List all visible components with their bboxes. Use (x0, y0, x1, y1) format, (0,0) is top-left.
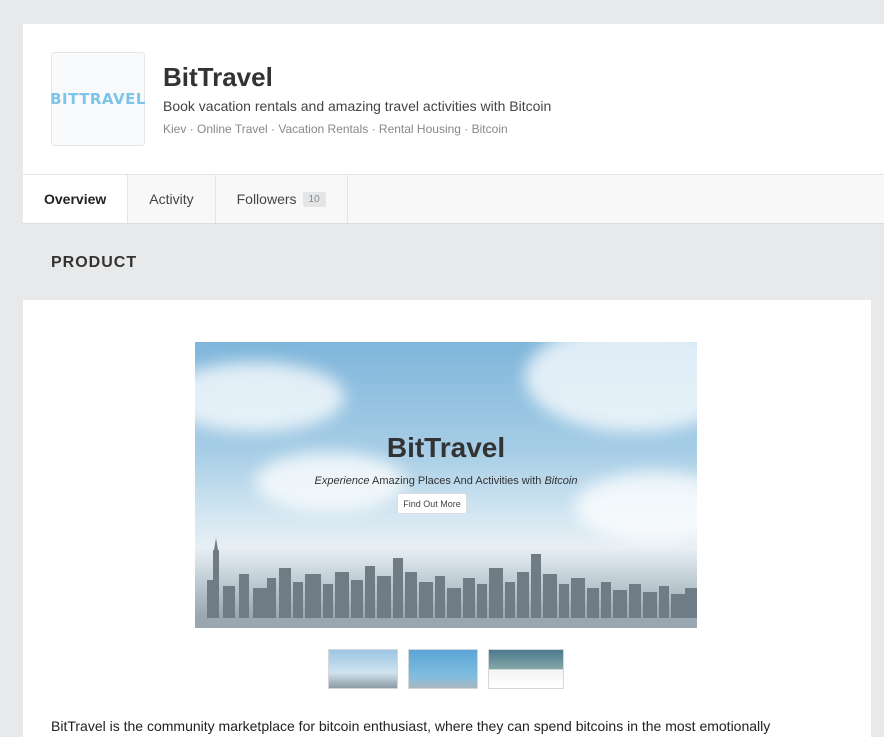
cloud-shape (195, 362, 345, 432)
city-skyline-image (195, 538, 697, 628)
tab-label: Overview (44, 191, 107, 207)
tab-followers[interactable]: Followers 10 (216, 175, 348, 223)
tag-link[interactable]: Vacation Rentals (278, 122, 368, 136)
find-out-more-button[interactable]: Find Out More (397, 493, 467, 514)
tag-link[interactable]: Online Travel (197, 122, 268, 136)
company-logo[interactable]: BITTRAVEL (50, 52, 146, 146)
section-title: PRODUCT (51, 254, 138, 271)
product-card: BitTravel Experience Amazing Places And … (23, 300, 871, 737)
followers-count-badge: 10 (302, 191, 326, 207)
screenshot-thumbnails (328, 649, 564, 689)
tag-link[interactable]: Rental Housing (379, 122, 461, 136)
tab-label: Followers (236, 191, 297, 207)
company-name: BitTravel (163, 62, 273, 92)
tab-overview[interactable]: Overview (23, 175, 129, 223)
hero-title: BitTravel (386, 432, 506, 463)
company-tagline: Book vacation rentals and amazing travel… (163, 98, 552, 114)
tab-activity[interactable]: Activity (128, 175, 216, 223)
cloud-shape (525, 342, 697, 432)
product-screenshot[interactable]: BitTravel Experience Amazing Places And … (195, 342, 697, 628)
screenshot-thumbnail[interactable] (488, 649, 564, 689)
company-tags: Kiev · Online Travel · Vacation Rentals … (163, 122, 508, 136)
tag-link[interactable]: Kiev (163, 122, 186, 136)
hero-subtitle: Experience Amazing Places And Activities… (314, 475, 578, 487)
screenshot-thumbnail[interactable] (408, 649, 478, 689)
tag-link[interactable]: Bitcoin (472, 122, 508, 136)
company-header: BITTRAVEL BitTravel Book vacation rental… (23, 24, 884, 174)
tab-label: Activity (149, 191, 194, 207)
logo-text: BITTRAVEL (50, 90, 146, 108)
product-description: BitTravel is the community marketplace f… (51, 718, 771, 734)
tab-bar: Overview Activity Followers 10 (23, 174, 884, 224)
screenshot-thumbnail[interactable] (328, 649, 398, 689)
